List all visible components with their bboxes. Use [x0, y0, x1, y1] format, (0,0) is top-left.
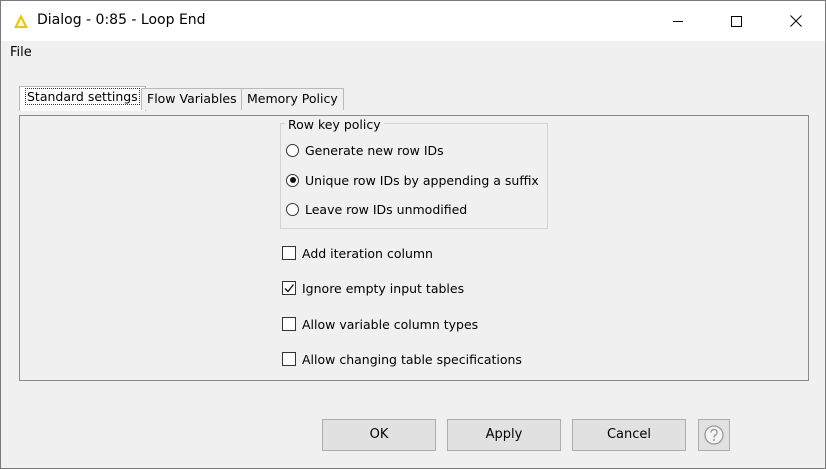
checkbox-allow-changing-table-specifications[interactable]: Allow changing table specifications	[282, 349, 522, 369]
maximize-button[interactable]	[707, 1, 765, 41]
checkbox-allow-variable-column-types[interactable]: Allow variable column types	[282, 314, 478, 334]
radio-button[interactable]	[286, 143, 299, 157]
menu-file[interactable]: File	[10, 45, 32, 60]
ok-button[interactable]: OK	[322, 419, 436, 451]
tab-memory-policy[interactable]: Memory Policy	[241, 88, 344, 110]
checkbox[interactable]	[282, 317, 296, 331]
radio-unique-row-ids[interactable]: Unique row IDs by appending a suffix	[286, 170, 539, 190]
checkbox-add-iteration-column[interactable]: Add iteration column	[282, 243, 433, 263]
radio-button[interactable]	[286, 202, 299, 216]
tab-label: Memory Policy	[247, 91, 338, 106]
checkbox[interactable]	[282, 246, 296, 260]
checkmark-icon	[284, 284, 295, 293]
tab-label: Flow Variables	[147, 91, 237, 106]
minimize-icon	[673, 21, 683, 22]
title-bar[interactable]: Dialog - 0:85 - Loop End	[1, 1, 825, 41]
checkbox-label: Add iteration column	[302, 245, 433, 261]
cancel-button[interactable]: Cancel	[572, 419, 686, 451]
close-icon	[790, 15, 802, 27]
maximize-icon	[731, 16, 742, 27]
checkbox-label: Allow changing table specifications	[302, 351, 522, 367]
radio-button-selected[interactable]	[286, 173, 299, 187]
knime-triangle-icon	[14, 14, 28, 28]
checkbox-checked[interactable]	[282, 281, 296, 295]
radio-label: Generate new row IDs	[305, 142, 444, 158]
checkbox[interactable]	[282, 352, 296, 366]
radio-label: Leave row IDs unmodified	[305, 201, 468, 217]
tab-label: Standard settings	[25, 88, 140, 105]
radio-leave-row-ids-unmodified[interactable]: Leave row IDs unmodified	[286, 199, 467, 219]
tab-flow-variables[interactable]: Flow Variables	[141, 88, 243, 110]
checkbox-label: Ignore empty input tables	[302, 280, 465, 296]
minimize-button[interactable]	[649, 1, 707, 41]
dialog-window: Dialog - 0:85 - Loop End File Standard s…	[0, 0, 826, 469]
help-button[interactable]	[698, 419, 730, 451]
menu-bar: File	[1, 41, 825, 65]
help-icon	[704, 425, 724, 445]
row-key-policy-title: Row key policy	[285, 117, 384, 132]
apply-button[interactable]: Apply	[447, 419, 561, 451]
checkbox-label: Allow variable column types	[302, 316, 479, 332]
checkbox-ignore-empty-input-tables[interactable]: Ignore empty input tables	[282, 278, 464, 298]
radio-label: Unique row IDs by appending a suffix	[305, 172, 539, 188]
radio-generate-new-row-ids[interactable]: Generate new row IDs	[286, 140, 444, 160]
tab-standard-settings[interactable]: Standard settings	[19, 86, 146, 111]
close-button[interactable]	[767, 1, 825, 41]
window-title: Dialog - 0:85 - Loop End	[37, 12, 206, 28]
